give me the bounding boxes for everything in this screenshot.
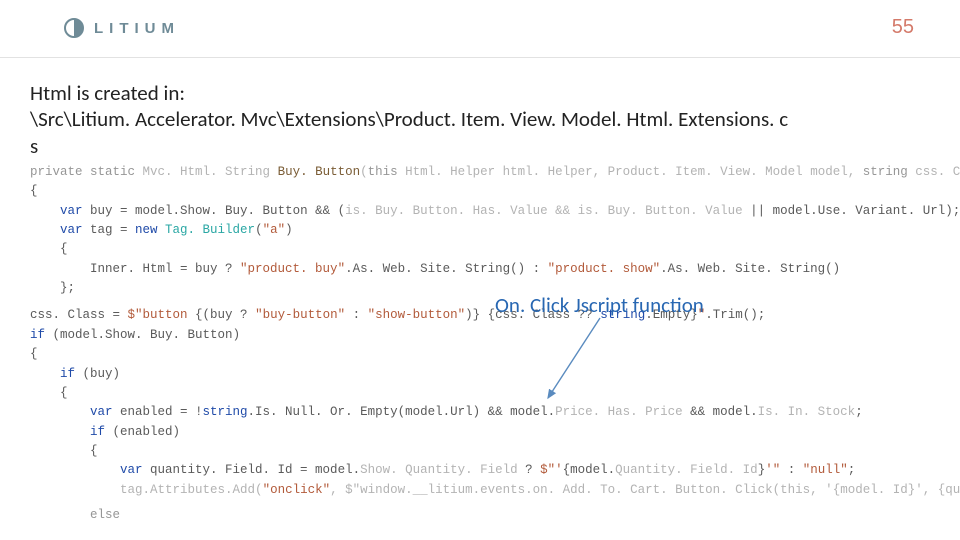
title-line-3: s bbox=[30, 133, 930, 159]
header: LITIUM 55 bbox=[0, 0, 960, 58]
brand-text: LITIUM bbox=[94, 20, 180, 37]
callout-label: On. Click Jscript function bbox=[495, 292, 704, 318]
litium-icon bbox=[64, 18, 84, 38]
slide-body: Html is created in: \Src\Litium. Acceler… bbox=[0, 58, 960, 526]
page-number: 55 bbox=[892, 16, 914, 39]
brand-logo: LITIUM bbox=[64, 18, 180, 38]
title-line-2: \Src\Litium. Accelerator. Mvc\Extensions… bbox=[30, 106, 930, 132]
title-line-1: Html is created in: bbox=[30, 80, 930, 106]
code-block: private static Mvc. Html. String Buy. Bu… bbox=[30, 163, 930, 526]
